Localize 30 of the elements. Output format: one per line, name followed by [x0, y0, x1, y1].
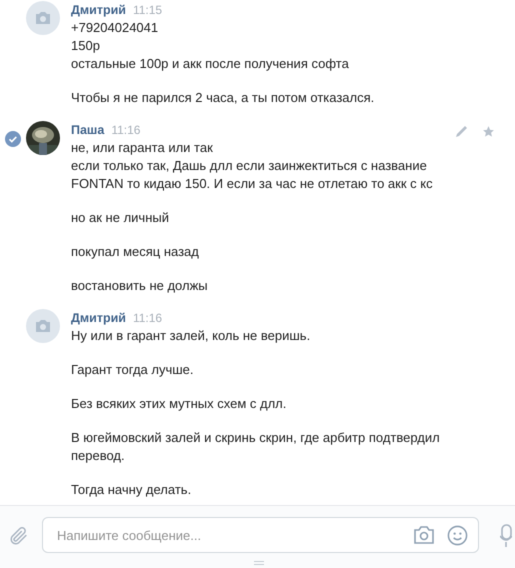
- message-text: 150р: [71, 37, 101, 55]
- camera-icon: [34, 10, 52, 26]
- message-text: Ну или в гарант залей, коль не веришь.: [71, 327, 312, 345]
- camera-icon[interactable]: [413, 525, 435, 545]
- message-text: В югеймовский залей и скринь скрин, где арбитр подтвердил перевод.: [71, 429, 441, 465]
- message-text: не, или гаранта или так: [71, 139, 214, 157]
- avatar[interactable]: [26, 309, 60, 343]
- microphone-icon[interactable]: [500, 524, 512, 548]
- author-name[interactable]: Паша: [71, 121, 104, 139]
- message-text: покупал месяц назад: [71, 243, 200, 261]
- smile-icon[interactable]: [447, 524, 468, 546]
- message-text: если только так, Дашь длл если заинжектиться с название FONTAN то кидаю 150. И если за час не отлетаю то акк с кс: [71, 157, 434, 193]
- star-icon[interactable]: [482, 125, 495, 138]
- author-name[interactable]: Дмитрий: [71, 1, 126, 19]
- message-text: востановить не должы: [71, 277, 209, 295]
- message-text: Тогда начну делать.: [71, 481, 192, 499]
- camera-icon: [34, 318, 52, 334]
- author-name[interactable]: Дмитрий: [71, 309, 126, 327]
- avatar[interactable]: [26, 1, 60, 35]
- message-composer[interactable]: Напишите сообщение...: [42, 517, 479, 553]
- pencil-icon[interactable]: [455, 125, 468, 138]
- message-text: Без всяких этих мутных схем с длл.: [71, 395, 288, 413]
- message-input-field[interactable]: Напишите сообщение...: [55, 526, 413, 544]
- message-text: Чтобы я не парился 2 часа, а ты потом отказался.: [71, 89, 376, 107]
- message-text: +79204024041: [71, 19, 160, 37]
- resize-handle-icon[interactable]: [254, 561, 264, 565]
- message-text: Гарант тогда лучше.: [71, 361, 194, 379]
- message-text: остальные 100р и акк после получения софта: [71, 55, 350, 73]
- selected-check-icon[interactable]: [5, 131, 21, 147]
- message-text: но ак не личный: [71, 209, 170, 227]
